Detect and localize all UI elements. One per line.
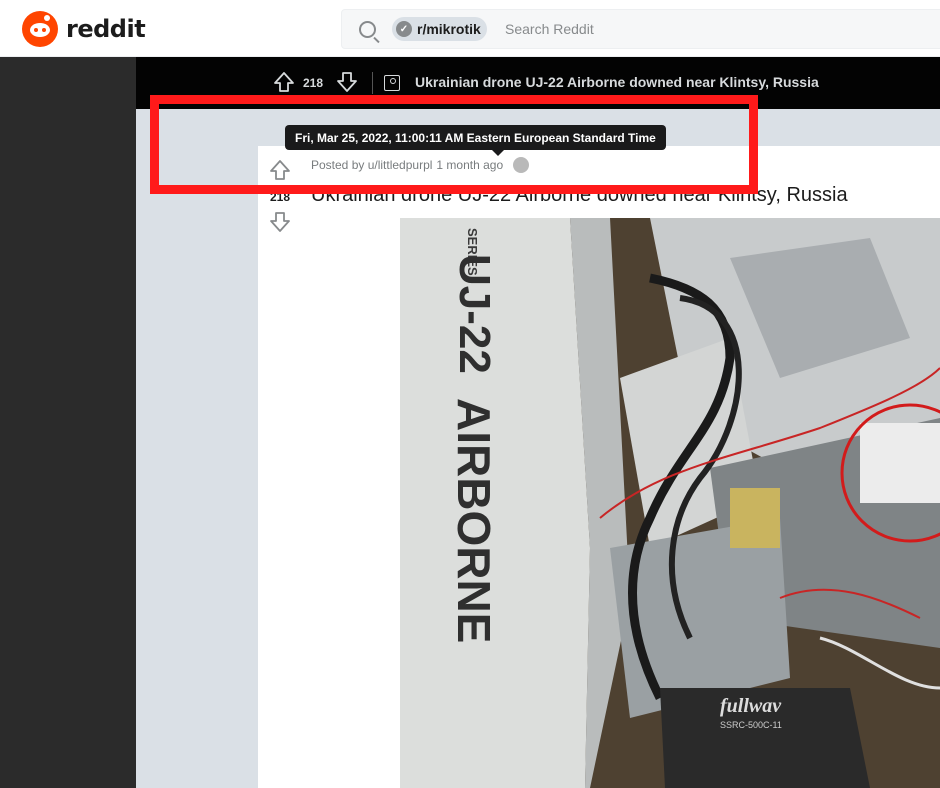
downvote-icon[interactable] — [268, 210, 292, 234]
topbar-title[interactable]: Ukrainian drone UJ-22 Airborne downed ne… — [415, 74, 819, 90]
label-text: SSRC-500C-11 — [720, 720, 782, 730]
search-placeholder: Search Reddit — [505, 21, 594, 37]
search-icon — [359, 21, 376, 38]
image-post-icon — [384, 75, 400, 91]
reddit-snoo-icon — [22, 11, 58, 47]
subreddit-chip-label: r/mikrotik — [417, 21, 481, 37]
highlight-box — [150, 95, 758, 194]
downvote-icon[interactable] — [335, 70, 359, 94]
vote-column — [258, 146, 302, 788]
search-input[interactable]: ✓ r/mikrotik Search Reddit — [341, 9, 940, 49]
upvote-icon[interactable] — [272, 70, 296, 94]
drone-wreckage-image: SERIES UJ-22 AIRBORNE fullwav SSRC-500C-… — [400, 218, 940, 788]
divider — [372, 72, 373, 94]
logo-text: reddit — [66, 15, 146, 43]
airborne-text: AIRBORNE — [448, 398, 500, 643]
header: reddit ✓ r/mikrotik Search Reddit — [0, 0, 940, 57]
model-text: UJ-22 — [450, 254, 499, 374]
subreddit-chip[interactable]: ✓ r/mikrotik — [392, 17, 487, 41]
left-backdrop — [0, 57, 136, 788]
subreddit-icon: ✓ — [396, 21, 412, 37]
reddit-logo[interactable]: reddit — [22, 11, 146, 47]
post-image[interactable]: SERIES UJ-22 AIRBORNE fullwav SSRC-500C-… — [400, 218, 940, 788]
topbar-score: 218 — [303, 76, 324, 90]
brand-text: fullwav — [720, 695, 782, 717]
